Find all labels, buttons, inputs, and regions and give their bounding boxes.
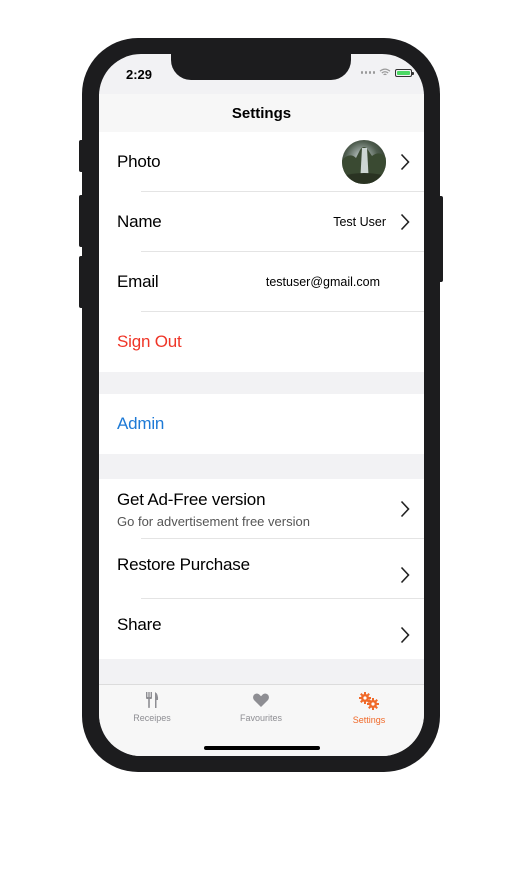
tab-label: Favourites — [239, 713, 283, 723]
ad-free-subtitle: Go for advertisement free version — [117, 513, 310, 529]
notch — [171, 54, 351, 80]
admin-section: Admin — [99, 394, 424, 454]
status-time: 2:29 — [126, 67, 153, 82]
avatar[interactable] — [342, 140, 386, 184]
sign-out-button[interactable]: Sign Out — [117, 332, 182, 352]
chevron-right-icon — [400, 500, 410, 518]
name-value: Test User — [333, 215, 386, 229]
restore-purchase-row[interactable]: Restore Purchase — [99, 539, 424, 599]
status-icons — [360, 68, 414, 77]
admin-button[interactable]: Admin — [117, 414, 164, 434]
tab-bar: Receipes Favourites Settings — [99, 684, 424, 756]
navigation-bar: Settings — [99, 94, 424, 132]
name-row[interactable]: Name Test User — [99, 192, 424, 252]
email-value: testuser@gmail.com — [265, 275, 380, 289]
fork-knife-icon — [146, 692, 159, 708]
tab-label: Settings — [352, 715, 386, 725]
share-label: Share — [117, 615, 162, 634]
share-row[interactable]: Share — [99, 599, 424, 659]
ad-free-row[interactable]: Get Ad-Free version Go for advertisement… — [99, 479, 424, 539]
tab-settings[interactable]: Settings — [319, 691, 419, 725]
profile-section: Photo Name Test User Email testuser@gmai… — [99, 132, 424, 372]
sign-out-row[interactable]: Sign Out — [99, 312, 424, 372]
wifi-icon — [379, 68, 391, 76]
page-title: Settings — [231, 104, 292, 122]
ad-free-label: Get Ad-Free version — [117, 489, 266, 509]
mute-switch — [79, 140, 84, 172]
heart-icon — [253, 693, 269, 707]
chevron-right-icon — [400, 626, 410, 644]
home-indicator[interactable] — [204, 746, 320, 750]
battery-icon — [395, 68, 414, 77]
gears-icon — [359, 692, 379, 710]
power-button — [438, 196, 443, 282]
tab-favourites[interactable]: Favourites — [211, 691, 311, 723]
photo-label: Photo — [117, 152, 161, 171]
email-label: Email — [117, 272, 159, 291]
volume-down-button — [79, 256, 84, 308]
chevron-right-icon — [400, 213, 410, 231]
photo-row[interactable]: Photo — [99, 132, 424, 192]
email-row: Email testuser@gmail.com — [99, 252, 424, 312]
name-label: Name — [117, 212, 162, 231]
restore-purchase-label: Restore Purchase — [117, 555, 250, 574]
tab-label: Receipes — [133, 713, 171, 723]
phone-screen: 2:29 Settings Photo Name Test User Email… — [99, 54, 424, 756]
purchase-section: Get Ad-Free version Go for advertisement… — [99, 479, 424, 659]
chevron-right-icon — [400, 153, 410, 171]
signal-icon — [360, 71, 375, 74]
admin-row[interactable]: Admin — [99, 394, 424, 454]
chevron-right-icon — [400, 566, 410, 584]
tab-receipes[interactable]: Receipes — [102, 691, 202, 723]
volume-up-button — [79, 195, 84, 247]
